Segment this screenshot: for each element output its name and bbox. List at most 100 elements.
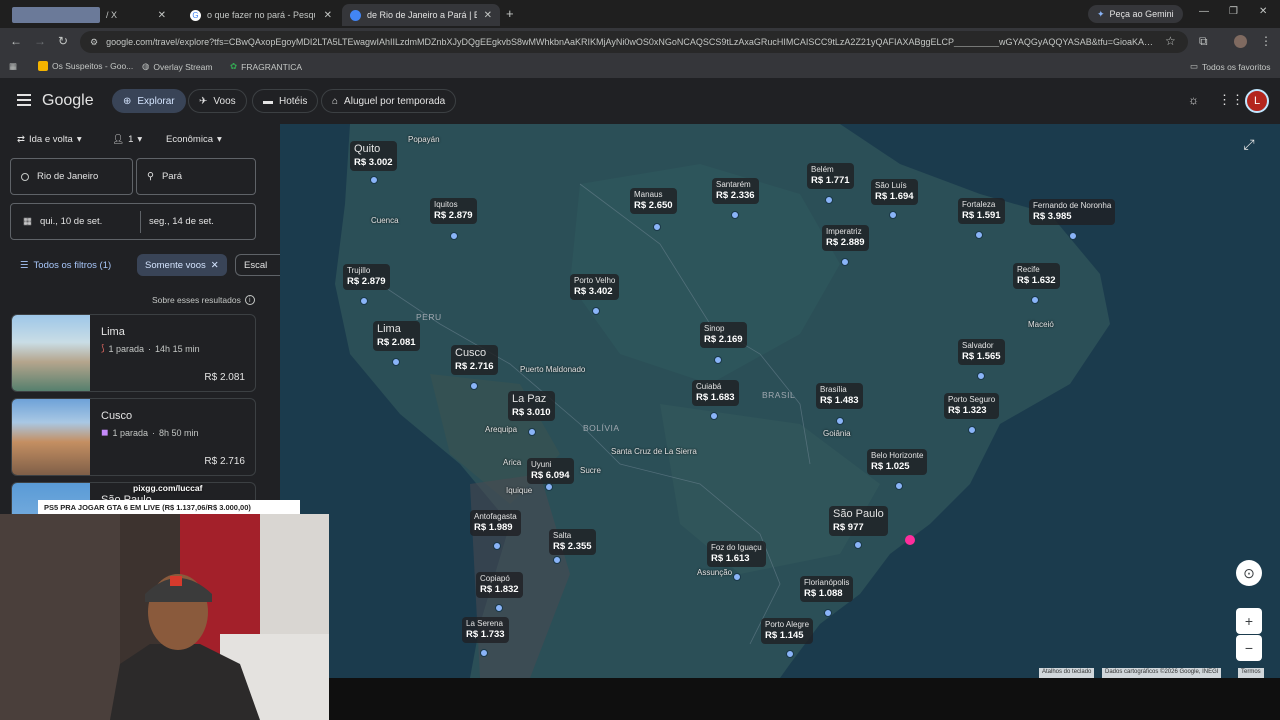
map-price-label[interactable]: Manaus R$ 2.650: [630, 188, 677, 214]
map-price-label[interactable]: Belo Horizonte R$ 1.025: [867, 449, 928, 475]
map-price-label[interactable]: Imperatriz R$ 2.889: [822, 225, 869, 251]
close-tab-icon[interactable]: ✕: [484, 10, 492, 21]
tab-aluguel[interactable]: ⌂ Aluguel por temporada: [321, 89, 457, 113]
map-price-label[interactable]: Belém R$ 1.771: [807, 163, 854, 189]
passengers-select[interactable]: 👤︎ 1 ▾: [112, 134, 142, 145]
city: Quito: [354, 143, 381, 155]
map-price-label[interactable]: Fortaleza R$ 1.591: [958, 198, 1005, 224]
house-icon: ⌂: [332, 95, 339, 107]
destination-field[interactable]: ⚲ Pará: [136, 158, 256, 195]
browser-tab-1[interactable]: / X ✕: [4, 4, 174, 26]
tab-voos[interactable]: ✈ Voos: [188, 89, 247, 113]
new-tab-button[interactable]: +: [506, 6, 514, 21]
about-results-link[interactable]: Sobre esses resultados i: [152, 295, 255, 305]
map-price-label[interactable]: Porto Velho R$ 3.402: [570, 274, 620, 300]
nonstop-chip[interactable]: Somente voos ✕: [137, 254, 227, 276]
map-price-label[interactable]: Fernando de Noronha R$ 3.985: [1029, 199, 1116, 225]
close-tab-icon[interactable]: ✕: [324, 10, 332, 21]
price: R$ 2.879: [347, 276, 386, 287]
trip-type-select[interactable]: ⇄ Ida e volta ▾: [17, 134, 82, 145]
main-menu-icon[interactable]: [17, 94, 31, 106]
stops-chip[interactable]: Escal: [235, 254, 280, 276]
map-price-label[interactable]: La Serena R$ 1.733: [462, 617, 509, 643]
map-price-label[interactable]: La Paz R$ 3.010: [508, 391, 555, 421]
dot: [825, 196, 833, 204]
close-tab-icon[interactable]: ✕: [158, 10, 166, 21]
forward-icon[interactable]: →: [34, 34, 46, 48]
back-icon[interactable]: ←: [10, 34, 22, 48]
reload-icon[interactable]: ↻: [58, 34, 68, 48]
bookmark-item[interactable]: Os Suspeitos - Goo...: [38, 61, 133, 71]
map-price-label[interactable]: Quito R$ 3.002: [350, 141, 397, 171]
map-price-label[interactable]: Cusco R$ 2.716: [451, 345, 498, 375]
dot: [786, 650, 794, 658]
close-icon[interactable]: ✕: [211, 260, 219, 271]
map-price-label[interactable]: Cuiabá R$ 1.683: [692, 380, 739, 406]
map-price-label[interactable]: Foz do Iguaçu R$ 1.613: [707, 541, 766, 567]
google-logo[interactable]: Google: [42, 92, 94, 110]
minimize-icon[interactable]: —: [1199, 6, 1209, 17]
zoom-in-button[interactable]: +: [1236, 608, 1262, 634]
map-price-label[interactable]: Brasília R$ 1.483: [816, 383, 863, 409]
map-price-label[interactable]: Santarém R$ 2.336: [712, 178, 759, 204]
recenter-icon[interactable]: ⊙: [1236, 560, 1262, 586]
price: R$ 2.169: [704, 334, 743, 345]
keyboard-shortcuts-link[interactable]: Atalhos do teclado: [1039, 668, 1095, 678]
theme-sun-icon[interactable]: ☼: [1188, 93, 1199, 107]
apps-grid-icon[interactable]: ▦: [9, 61, 17, 72]
map-price-label[interactable]: Recife R$ 1.632: [1013, 263, 1060, 289]
map-price-label[interactable]: Sinop R$ 2.169: [700, 322, 747, 348]
map-price-label[interactable]: Iquitos R$ 2.879: [430, 198, 477, 224]
extensions-icon[interactable]: ⧉: [1199, 34, 1208, 49]
price: R$ 1.832: [480, 584, 519, 595]
map-price-label[interactable]: São Luís R$ 1.694: [871, 179, 918, 205]
map-price-label[interactable]: Uyuni R$ 6.094: [527, 458, 574, 484]
tab-hoteis[interactable]: ▬ Hotéis: [252, 89, 319, 113]
all-filters-button[interactable]: ☰ Todos os filtros (1): [12, 254, 119, 276]
dot: [854, 541, 862, 549]
depart-date[interactable]: qui., 10 de set.: [40, 216, 132, 227]
avatar[interactable]: L: [1245, 89, 1269, 113]
map-price-label[interactable]: São Paulo R$ 977: [829, 506, 888, 536]
calendar-icon: ▦: [23, 216, 32, 227]
terms-link[interactable]: Termos: [1238, 668, 1264, 678]
apps-grid-icon[interactable]: ⋮⋮: [1218, 92, 1244, 108]
result-card[interactable]: Lima ⟆ 1 parada · 14h 15 min R$ 2.081: [11, 314, 256, 392]
map-price-label[interactable]: Porto Seguro R$ 1.323: [944, 393, 1000, 419]
map-price-label[interactable]: Lima R$ 2.081: [373, 321, 420, 351]
fullscreen-icon[interactable]: ⤢: [1236, 131, 1262, 157]
return-date[interactable]: seg., 14 de set.: [149, 216, 214, 227]
map-price-label[interactable]: Trujillo R$ 2.879: [343, 264, 390, 290]
all-bookmarks-button[interactable]: ▭ Todos os favoritos: [1190, 61, 1271, 72]
cabin-select[interactable]: Econômica ▾: [166, 134, 222, 145]
map-price-label[interactable]: Porto Alegre R$ 1.145: [761, 618, 814, 644]
origin-field[interactable]: Rio de Janeiro: [10, 158, 133, 195]
map-price-label[interactable]: Salta R$ 2.355: [549, 529, 596, 555]
dot: [553, 556, 561, 564]
bookmark-item[interactable]: ✿ FRAGRANTICA: [230, 61, 302, 72]
bookmark-item[interactable]: ◍ Overlay Stream: [142, 61, 212, 72]
map-price-label[interactable]: Salvador R$ 1.565: [958, 339, 1005, 365]
city: São Paulo: [833, 508, 884, 520]
browser-tab-3[interactable]: de Rio de Janeiro a Pará | Explo ✕: [342, 4, 500, 26]
site-info-icon[interactable]: ⚙: [90, 37, 98, 48]
dot: [1031, 296, 1039, 304]
menu-kebab-icon[interactable]: ⋮: [1260, 34, 1272, 48]
tab-explorar[interactable]: ⊕ Explorar: [112, 89, 186, 113]
close-window-icon[interactable]: ✕: [1259, 6, 1267, 17]
address-bar[interactable]: ⚙ google.com/travel/explore?tfs=CBwQAxop…: [80, 31, 1188, 53]
bookmark-star-icon[interactable]: ☆: [1165, 34, 1176, 48]
ask-gemini-button[interactable]: ✦ Peça ao Gemini: [1088, 5, 1183, 23]
result-card[interactable]: Cusco ◼ 1 parada · 8h 50 min R$ 2.716: [11, 398, 256, 476]
profile-icon[interactable]: [1234, 35, 1247, 48]
dates-field[interactable]: ▦ qui., 10 de set. seg., 14 de set.: [10, 203, 256, 240]
restore-icon[interactable]: ❐: [1229, 6, 1238, 17]
explore-map[interactable]: PERU BOLÍVIA BRASIL Quito R$ 3.002 Iquito…: [280, 124, 1280, 678]
zoom-out-button[interactable]: −: [1236, 635, 1262, 661]
city: Iquitos: [434, 200, 458, 209]
map-price-label[interactable]: Antofagasta R$ 1.989: [470, 510, 521, 536]
map-price-label[interactable]: Copiapó R$ 1.832: [476, 572, 523, 598]
map-price-label[interactable]: Florianópolis R$ 1.088: [800, 576, 854, 602]
price: R$ 1.591: [962, 210, 1001, 221]
browser-tab-2[interactable]: G o que fazer no pará - Pesquisa ✕: [182, 4, 340, 26]
